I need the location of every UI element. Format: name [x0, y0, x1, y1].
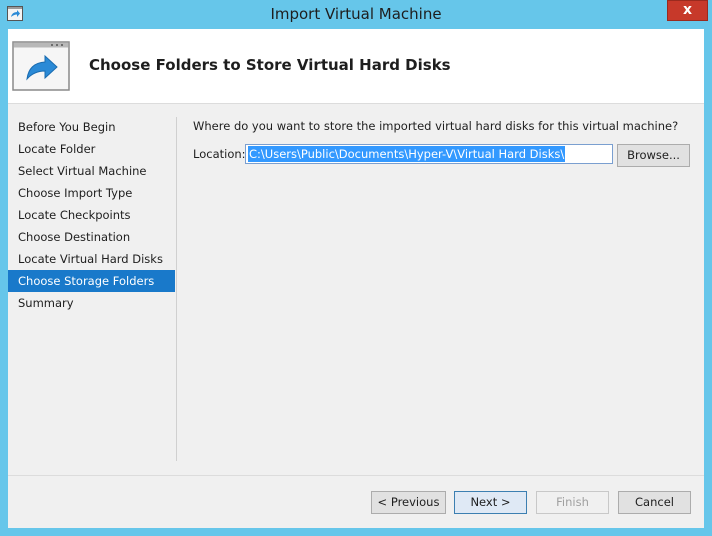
next-button[interactable]: Next > — [454, 491, 527, 514]
location-input[interactable]: C:\Users\Public\Documents\Hyper-V\Virtua… — [245, 144, 613, 164]
nav-item-select-virtual-machine[interactable]: Select Virtual Machine — [8, 160, 175, 182]
nav-item-choose-import-type[interactable]: Choose Import Type — [8, 182, 175, 204]
nav-item-choose-destination[interactable]: Choose Destination — [8, 226, 175, 248]
close-button[interactable]: x — [667, 0, 708, 21]
footer-divider — [8, 475, 704, 476]
nav-item-locate-virtual-hard-disks[interactable]: Locate Virtual Hard Disks — [8, 248, 175, 270]
wizard-body: Choose Folders to Store Virtual Hard Dis… — [8, 29, 704, 528]
location-input-value: C:\Users\Public\Documents\Hyper-V\Virtua… — [248, 146, 566, 162]
nav-divider — [176, 117, 177, 461]
browse-button[interactable]: Browse... — [617, 144, 690, 167]
cancel-button[interactable]: Cancel — [618, 491, 691, 514]
nav-item-locate-folder[interactable]: Locate Folder — [8, 138, 175, 160]
previous-button[interactable]: < Previous — [371, 491, 446, 514]
wizard-header: Choose Folders to Store Virtual Hard Dis… — [8, 29, 704, 104]
nav-item-before-you-begin[interactable]: Before You Begin — [8, 116, 175, 138]
location-label: Location: — [193, 147, 246, 161]
nav-item-locate-checkpoints[interactable]: Locate Checkpoints — [8, 204, 175, 226]
nav-item-summary[interactable]: Summary — [8, 292, 175, 314]
finish-button[interactable]: Finish — [536, 491, 609, 514]
window-title: Import Virtual Machine — [270, 5, 442, 23]
import-arrow-icon — [12, 41, 70, 91]
nav-item-choose-storage-folders[interactable]: Choose Storage Folders — [8, 270, 175, 292]
storage-question: Where do you want to store the imported … — [193, 119, 679, 133]
wizard-steps-nav: Before You Begin Locate Folder Select Vi… — [8, 116, 175, 314]
title-bar[interactable]: Import Virtual Machine x — [0, 0, 712, 28]
page-title: Choose Folders to Store Virtual Hard Dis… — [89, 56, 451, 74]
import-vm-window: Import Virtual Machine x Choose Folders … — [0, 0, 712, 536]
